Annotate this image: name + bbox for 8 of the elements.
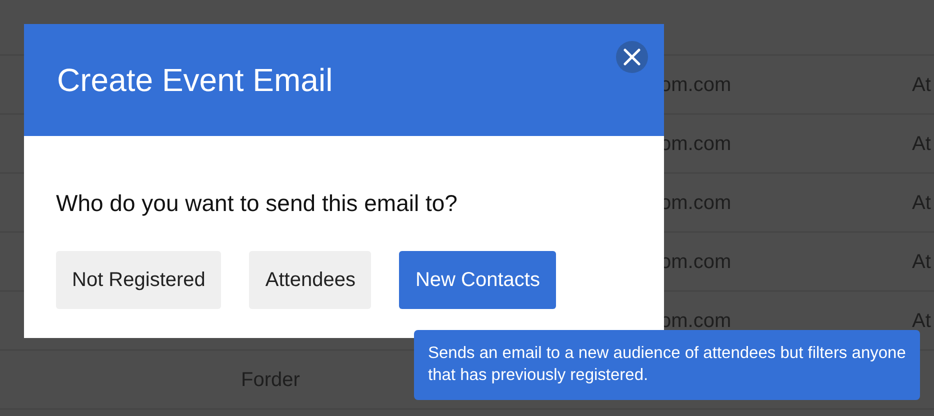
recipient-button[interactable]: Not Registered bbox=[56, 250, 222, 308]
recipient-button[interactable]: Attendees bbox=[249, 250, 372, 308]
recipient-button[interactable]: New Contacts bbox=[399, 250, 556, 308]
close-button[interactable] bbox=[616, 41, 648, 73]
modal-title: Create Event Email bbox=[57, 61, 333, 100]
tooltip: Sends an email to a new audience of attendees but filters anyone that has previously registered. bbox=[414, 330, 920, 400]
close-icon bbox=[623, 48, 641, 66]
question-text: Who do you want to send this email to? bbox=[56, 189, 458, 218]
